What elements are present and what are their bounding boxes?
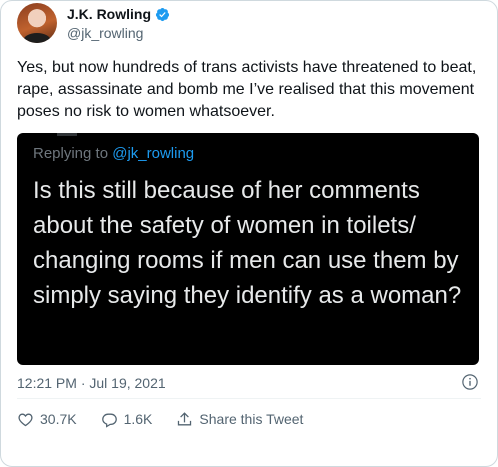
like-count: 30.7K — [40, 411, 77, 427]
reply-count: 1.6K — [123, 411, 153, 427]
avatar-shoulders — [23, 33, 51, 43]
replying-label: Replying to — [33, 145, 113, 162]
replying-to: Replying to @jk_rowling — [33, 145, 194, 162]
replying-mention: @jk_rowling — [112, 145, 195, 162]
tweet-text: Yes, but now hundreds of trans activists… — [17, 59, 477, 120]
divider — [17, 398, 481, 399]
quoted-image[interactable]: Replying to @jk_rowling Is this still be… — [17, 133, 479, 365]
author-row: J.K. Rowling — [67, 6, 170, 22]
tweet-timestamp[interactable]: 12:21 PM · Jul 19, 2021 — [17, 375, 166, 391]
like-button[interactable]: 30.7K — [17, 411, 77, 428]
reply-icon — [101, 413, 117, 428]
info-icon[interactable] — [461, 373, 479, 391]
share-label: Share this Tweet — [199, 411, 304, 427]
action-bar: 30.7K 1.6K Share this Tweet — [17, 409, 327, 429]
verified-icon — [155, 7, 170, 21]
tweet-card: J.K. Rowling @jk_rowling Yes, but now hu… — [0, 0, 498, 467]
author-handle[interactable]: @jk_rowling — [67, 25, 143, 41]
share-icon — [178, 411, 192, 425]
share-button[interactable]: Share this Tweet — [176, 411, 303, 428]
author-name[interactable]: J.K. Rowling — [67, 6, 151, 22]
quote-thread-line — [57, 133, 77, 136]
reply-button[interactable]: 1.6K — [101, 411, 153, 428]
quoted-text: Is this still because of her comments ab… — [33, 177, 462, 309]
avatar[interactable] — [17, 3, 57, 43]
heart-icon — [18, 413, 33, 426]
